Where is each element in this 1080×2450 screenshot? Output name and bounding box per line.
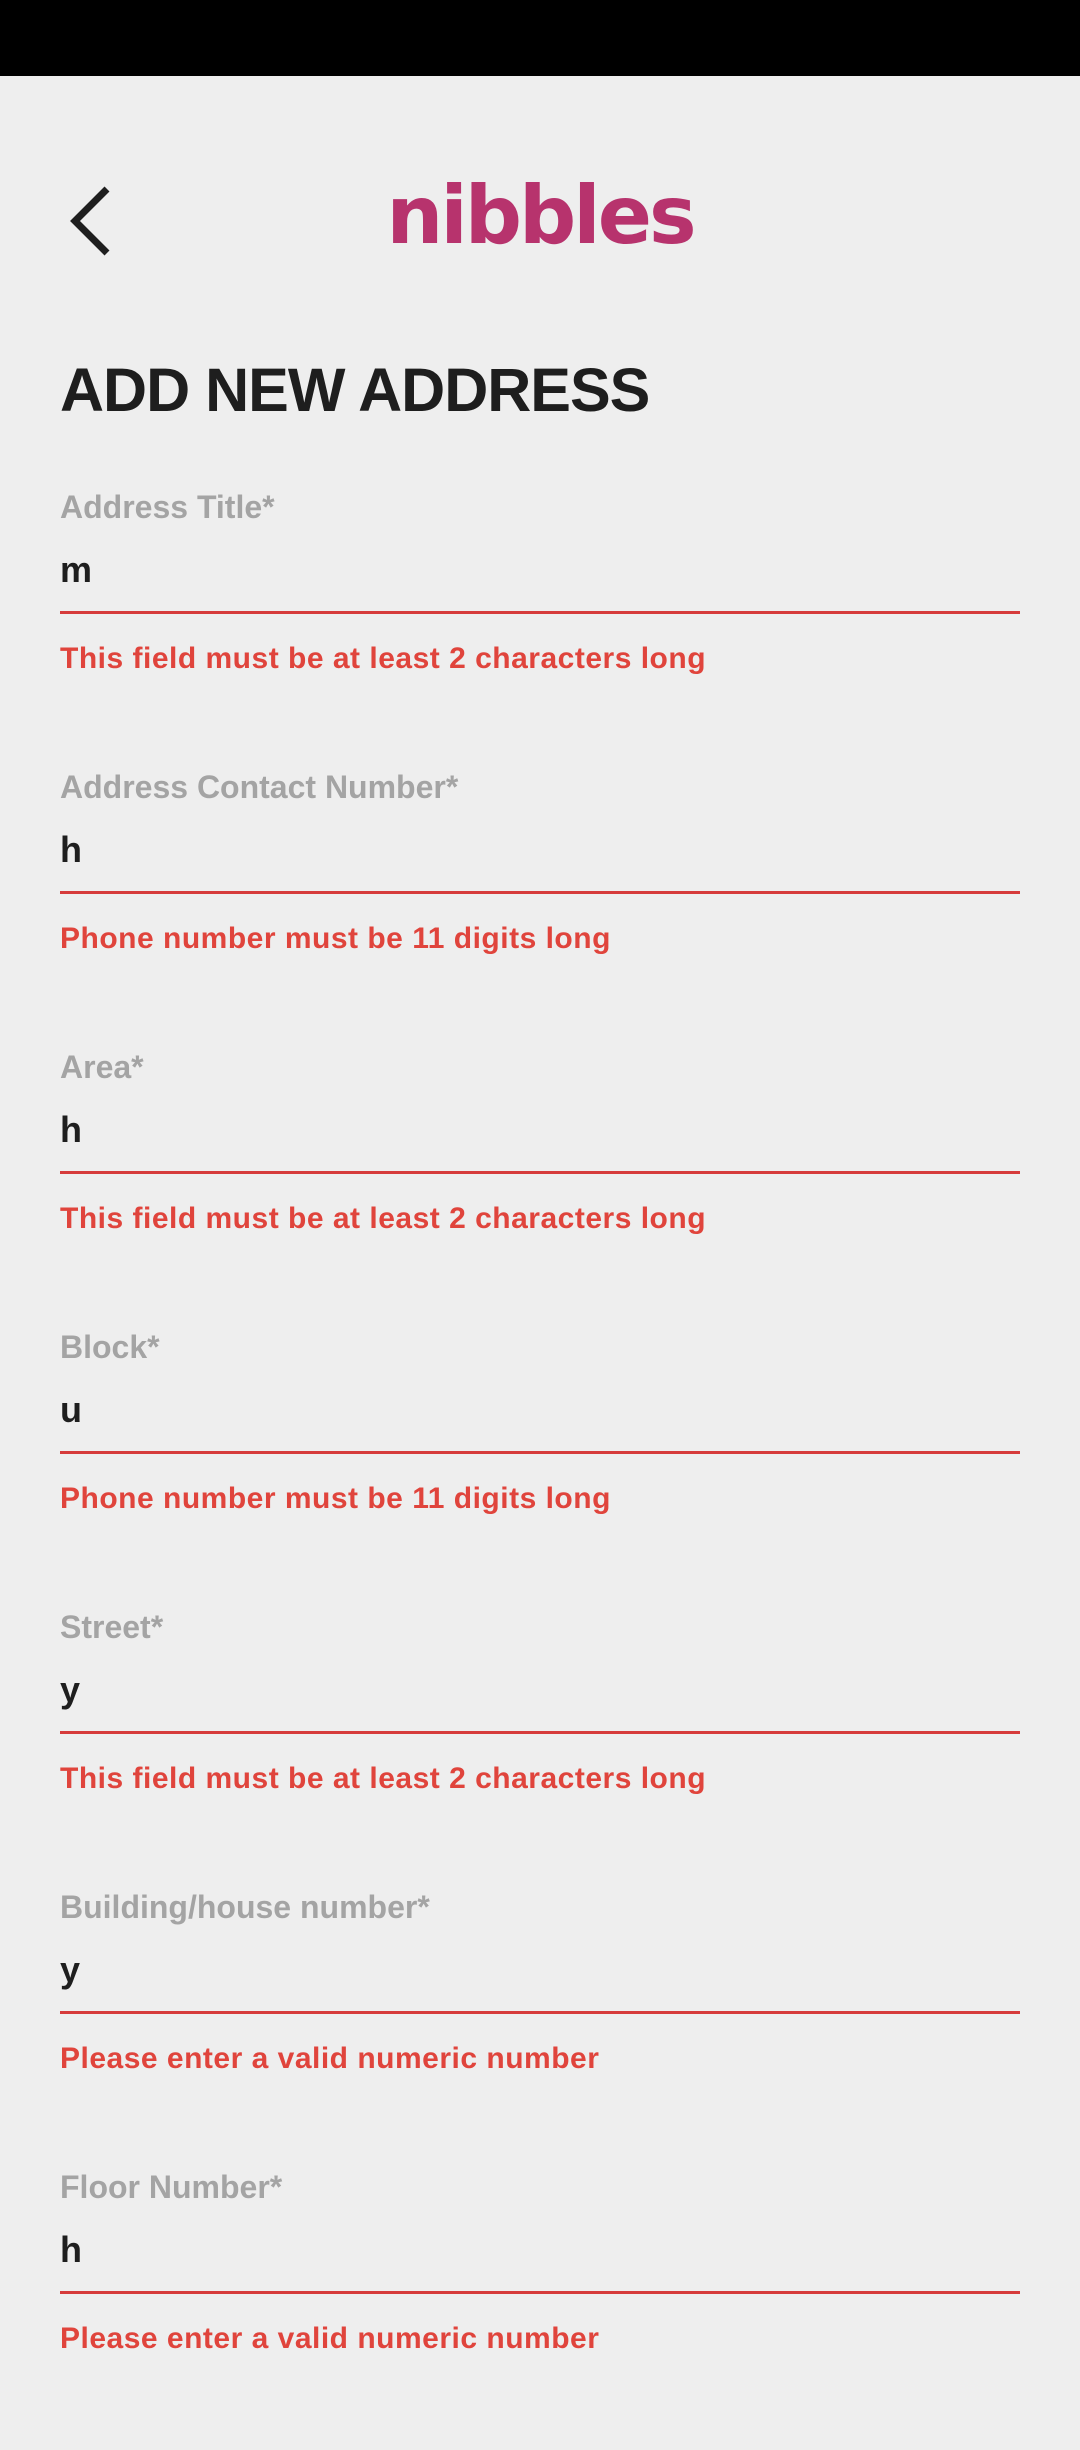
address-contact-number-field: Address Contact Number* Phone number mus…: [60, 769, 1020, 1050]
building-house-number-input[interactable]: [60, 1938, 1020, 2014]
field-label: Block*: [60, 1329, 160, 1365]
field-error-message: This field must be at least 2 characters…: [60, 1202, 707, 1235]
field-label: Street*: [60, 1609, 164, 1645]
nibbles-logo: nibbles: [386, 169, 696, 262]
status-bar: [0, 0, 1080, 76]
header: nibbles: [0, 76, 1080, 366]
block-input[interactable]: [60, 1378, 1020, 1454]
address-title-input[interactable]: [60, 538, 1020, 614]
area-field: Area* This field must be at least 2 char…: [60, 1049, 1020, 1330]
address-title-field: Address Title* This field must be at lea…: [60, 489, 1020, 770]
field-label: Building/house number*: [60, 1889, 430, 1925]
floor-number-input[interactable]: [60, 2218, 1020, 2294]
page-title: ADD NEW ADDRESS: [60, 356, 650, 424]
add-address-form: Address Title* This field must be at lea…: [60, 489, 1020, 2450]
area-input[interactable]: [60, 1098, 1020, 1174]
field-error-message: Phone number must be 11 digits long: [60, 1482, 611, 1515]
address-contact-number-input[interactable]: [60, 818, 1020, 894]
field-error-message: Please enter a valid numeric number: [60, 2042, 600, 2075]
field-label: Area*: [60, 1049, 144, 1085]
street-input[interactable]: [60, 1658, 1020, 1734]
street-field: Street* This field must be at least 2 ch…: [60, 1609, 1020, 1890]
field-error-message: This field must be at least 2 characters…: [60, 1762, 707, 1795]
field-label: Address Title*: [60, 489, 275, 525]
field-label: Floor Number*: [60, 2169, 283, 2205]
block-field: Block* Phone number must be 11 digits lo…: [60, 1329, 1020, 1610]
field-label: Address Contact Number*: [60, 769, 459, 805]
building-house-number-field: Building/house number* Please enter a va…: [60, 1889, 1020, 2170]
field-error-message: This field must be at least 2 characters…: [60, 642, 707, 675]
floor-number-field: Floor Number* Please enter a valid numer…: [60, 2169, 1020, 2450]
field-error-message: Phone number must be 11 digits long: [60, 922, 611, 955]
field-error-message: Please enter a valid numeric number: [60, 2322, 600, 2355]
